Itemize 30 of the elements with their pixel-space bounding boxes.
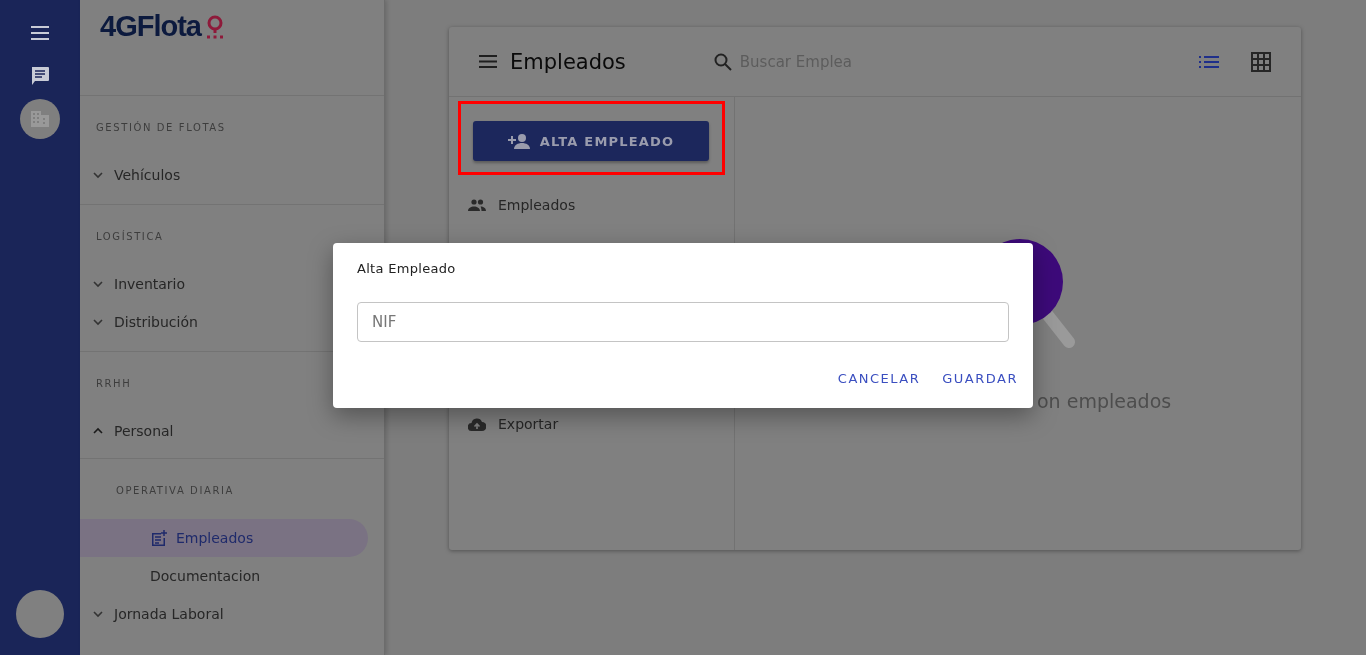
chat-icon[interactable] [30, 66, 50, 87]
menu-icon[interactable] [479, 55, 497, 68]
section-title: GESTIÓN DE FLOTAS [95, 120, 227, 135]
cancel-button[interactable]: CANCELAR [829, 367, 929, 390]
dialog-title: Alta Empleado [357, 261, 457, 276]
menu-item[interactable]: Exportar [449, 405, 734, 443]
location-pin-icon [204, 15, 225, 41]
grid-view-icon[interactable] [1249, 49, 1273, 74]
user-avatar[interactable] [16, 590, 64, 638]
building-icon [30, 110, 50, 128]
nav-item[interactable]: Vehículos [80, 156, 384, 194]
section-title: LOGÍSTICA [95, 229, 165, 244]
cloud-upload-icon [468, 417, 486, 431]
nav-item[interactable]: Jornada Laboral [80, 595, 384, 633]
nav-subitem[interactable]: Documentacion [80, 557, 368, 595]
search-icon [713, 52, 732, 71]
people-icon [468, 199, 486, 211]
note-add-icon [150, 529, 168, 547]
logo: 4GFlota [100, 12, 201, 41]
page-title: Empleados [510, 49, 626, 74]
menu-item[interactable]: Empleados [449, 186, 734, 224]
save-button[interactable]: GUARDAR [934, 367, 1026, 390]
add-person-icon [507, 133, 530, 149]
nif-field[interactable]: NIF [357, 302, 1009, 342]
nav-item[interactable]: Personal [80, 412, 384, 450]
group-title: OPERATIVA DIARIA [115, 484, 235, 498]
nav-subitem[interactable]: Empleados [80, 519, 368, 557]
section-title: RRHH [95, 377, 133, 391]
add-employee-button[interactable]: ALTA EMPLEADO [473, 121, 709, 161]
building-avatar[interactable] [20, 99, 60, 139]
